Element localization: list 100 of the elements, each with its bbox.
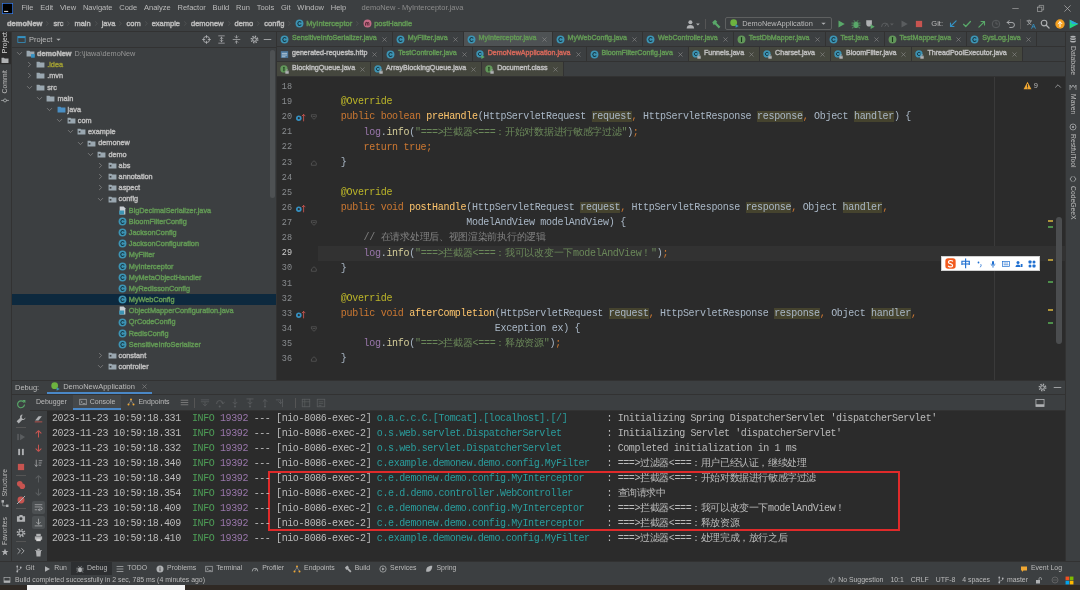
translate-icon[interactable] xyxy=(1025,18,1036,29)
close-icon[interactable] xyxy=(872,35,880,43)
arrow-down-left-icon[interactable] xyxy=(947,18,958,29)
close-icon[interactable] xyxy=(813,35,821,43)
chevron-down-icon[interactable] xyxy=(35,94,43,102)
override-marker-icon[interactable] xyxy=(295,202,306,214)
crosshair-icon[interactable] xyxy=(201,35,211,44)
run-icon[interactable] xyxy=(836,18,847,29)
breakpoints-icon[interactable] xyxy=(16,479,26,490)
mute-breakpoints-icon[interactable] xyxy=(16,494,26,505)
chevron-down-icon[interactable] xyxy=(97,195,105,203)
restore-icon[interactable] xyxy=(1036,3,1045,13)
chevron-right-icon[interactable] xyxy=(97,161,105,169)
stop-icon[interactable] xyxy=(913,18,924,29)
close-icon[interactable] xyxy=(460,50,468,58)
microphone-icon[interactable] xyxy=(989,259,997,268)
override-marker-icon[interactable] xyxy=(295,111,306,123)
triangle-logo-icon[interactable] xyxy=(1069,18,1079,29)
arrow-up-right-icon[interactable] xyxy=(976,18,987,29)
fold-marker-icon[interactable] xyxy=(309,325,318,334)
menu-icon[interactable] xyxy=(179,398,189,407)
close-icon[interactable] xyxy=(359,65,367,73)
s-logo-icon[interactable] xyxy=(945,258,956,269)
close-icon[interactable] xyxy=(551,65,559,73)
chevron-down-icon[interactable] xyxy=(15,50,23,58)
chevron-down-icon[interactable] xyxy=(25,83,33,91)
warning-icon[interactable] xyxy=(1022,81,1032,90)
soft-wrap-icon[interactable] xyxy=(32,501,45,515)
camera-icon[interactable] xyxy=(16,512,26,523)
fold-marker-icon[interactable] xyxy=(309,113,318,122)
chevron-up-icon[interactable] xyxy=(1054,81,1062,90)
input-mode-toggle[interactable]: 中 xyxy=(961,258,971,269)
scrollbar-thumb[interactable] xyxy=(270,50,275,198)
close-icon[interactable] xyxy=(748,50,756,58)
pause-icon[interactable] xyxy=(16,446,26,457)
close-icon[interactable] xyxy=(371,50,379,58)
chevron-right-icon[interactable] xyxy=(97,184,105,192)
rerun-icon[interactable] xyxy=(16,398,26,409)
close-icon[interactable] xyxy=(721,35,729,43)
settings-icon[interactable] xyxy=(1038,383,1047,392)
scrollbar-thumb[interactable] xyxy=(1056,217,1062,344)
user-icon[interactable] xyxy=(1015,259,1023,268)
chevron-right-icon[interactable] xyxy=(25,61,33,69)
chevron-right-icon[interactable] xyxy=(25,72,33,80)
chevron-down-icon[interactable] xyxy=(56,117,64,125)
layout-icon[interactable] xyxy=(1035,397,1045,408)
up-arrow-circle-icon[interactable] xyxy=(1054,18,1065,29)
chevron-right-icon[interactable] xyxy=(97,173,105,181)
settings-icon[interactable] xyxy=(249,35,259,44)
close-icon[interactable] xyxy=(818,50,826,58)
log-separator: --- xyxy=(253,473,271,484)
user-dropdown-icon[interactable] xyxy=(685,18,701,29)
fold-marker-icon[interactable] xyxy=(309,219,318,228)
check-icon[interactable] xyxy=(962,18,972,29)
close-icon[interactable] xyxy=(540,35,548,43)
close-icon[interactable] xyxy=(451,35,459,43)
punctuation-icon[interactable] xyxy=(976,259,984,268)
settings-icon[interactable] xyxy=(16,527,26,538)
chevron-down-icon[interactable] xyxy=(46,106,54,114)
hammer-icon xyxy=(343,564,352,573)
hammer-icon[interactable] xyxy=(710,18,721,29)
arrow-down-icon[interactable] xyxy=(32,441,45,455)
override-marker-icon[interactable] xyxy=(295,308,306,320)
search-icon[interactable] xyxy=(1040,18,1050,29)
close-icon[interactable] xyxy=(1024,35,1032,43)
caret-down-icon[interactable] xyxy=(55,36,63,43)
close-icon[interactable] xyxy=(1063,3,1072,13)
circle-icon[interactable] xyxy=(1051,576,1059,584)
scroll-to-end-icon[interactable] xyxy=(32,516,45,530)
close-icon[interactable] xyxy=(140,383,148,390)
undo-icon[interactable] xyxy=(1005,18,1016,29)
panel-toggle-icon[interactable] xyxy=(3,576,11,584)
close-icon[interactable] xyxy=(470,65,478,73)
close-icon[interactable] xyxy=(630,35,638,43)
collapse-all-icon[interactable] xyxy=(231,35,241,44)
stop-icon[interactable] xyxy=(16,461,26,472)
apps-icon[interactable] xyxy=(1028,259,1036,268)
chevron-down-icon[interactable] xyxy=(97,363,105,371)
close-icon[interactable] xyxy=(380,35,388,43)
close-icon[interactable] xyxy=(955,35,963,43)
chevron-down-icon[interactable] xyxy=(76,139,84,147)
fold-end-icon[interactable] xyxy=(309,355,318,364)
four-squares-icon[interactable] xyxy=(1065,575,1074,585)
chevron-right-icon[interactable] xyxy=(97,352,105,360)
taskbar-search-field[interactable] xyxy=(27,585,185,590)
shield-run-icon[interactable] xyxy=(865,18,876,29)
fold-end-icon[interactable] xyxy=(309,264,318,273)
chevron-down-icon[interactable] xyxy=(66,128,74,136)
wrench-icon[interactable] xyxy=(16,413,26,424)
close-icon[interactable] xyxy=(1010,50,1018,58)
close-icon[interactable] xyxy=(574,50,582,58)
lock-icon[interactable] xyxy=(1035,576,1043,584)
close-icon[interactable] xyxy=(676,50,684,58)
double-chevron-icon[interactable] xyxy=(16,545,26,556)
keyboard-icon[interactable] xyxy=(1002,259,1010,268)
bug-icon[interactable] xyxy=(850,18,861,29)
fold-end-icon[interactable] xyxy=(309,158,318,167)
chevron-down-icon[interactable] xyxy=(86,150,94,158)
expand-all-icon[interactable] xyxy=(216,35,226,44)
close-icon[interactable] xyxy=(900,50,908,58)
